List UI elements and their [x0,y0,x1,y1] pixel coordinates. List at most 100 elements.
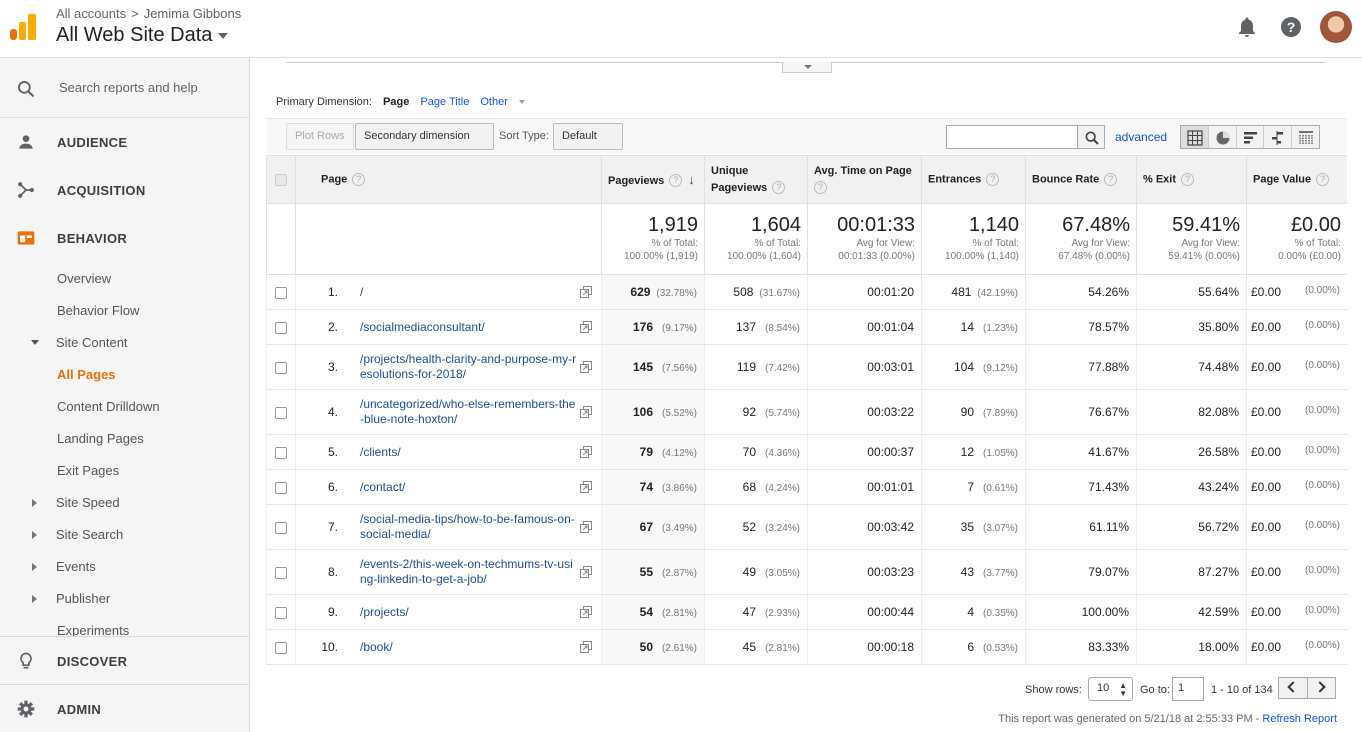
open-page-icon[interactable] [577,360,597,374]
page-cell[interactable]: 8. /events-2/this-week-on-techmums-tv-usi… [295,549,602,595]
row-select-cell[interactable] [266,274,296,310]
page-cell[interactable]: 2. /socialmediaconsultant/ [295,309,602,345]
row-checkbox[interactable] [275,321,287,334]
sidebar-item-discover[interactable]: DISCOVER [0,637,249,685]
row-checkbox[interactable] [275,286,287,299]
sidebar-item-content-drilldown[interactable]: Content Drilldown [0,390,249,422]
table-row[interactable]: 9. /projects/54 (2.81%) 47 (2.93%) 00:00:44 4 (… [266,594,1347,630]
table-filter-input[interactable] [946,125,1078,149]
page-cell[interactable]: 7. /social-media-tips/how-to-be-famous-on… [295,504,602,550]
page-cell[interactable]: 5. /clients/ [295,434,602,470]
next-page-button[interactable] [1308,678,1336,698]
page-cell[interactable]: 4. /uncategorized/who-else-remembers-the-… [295,389,602,435]
open-page-icon[interactable] [577,445,597,459]
col-avg-time[interactable]: Avg. Time on Page? [807,155,922,204]
page-link[interactable]: /clients/ [358,445,577,460]
row-checkbox[interactable] [275,446,287,459]
sidebar-search[interactable]: Search reports and help [0,58,249,118]
row-select-cell[interactable] [266,549,296,595]
open-page-icon[interactable] [577,480,597,494]
page-cell[interactable]: 9. /projects/ [295,594,602,630]
page-link[interactable]: /uncategorized/who-else-remembers-the-bl… [358,397,577,427]
breadcrumb-account[interactable]: Jemima Gibbons [144,6,242,21]
row-checkbox[interactable] [275,606,287,619]
select-all-cell[interactable] [266,155,296,204]
property-name[interactable]: All Web Site Data [56,24,212,46]
page-cell[interactable]: 3. /projects/health-clarity-and-purpose-m… [295,344,602,390]
user-avatar[interactable] [1320,11,1352,43]
caret-down-icon[interactable] [218,32,229,39]
sidebar-item-overview[interactable]: Overview [0,262,249,294]
col-page[interactable]: Page? [295,155,602,204]
col-page-value[interactable]: Page Value? [1246,155,1347,204]
collapse-toggle-button[interactable] [782,62,832,73]
sidebar-item-site-search[interactable]: Site Search [0,518,249,550]
col-unique-pageviews[interactable]: Unique Pageviews? [704,155,808,204]
pie-view-icon[interactable] [1209,126,1237,148]
page-link[interactable]: /events-2/this-week-on-techmums-tv-using… [358,557,577,587]
comparison-view-icon[interactable] [1264,126,1293,148]
sidebar-item-events[interactable]: Events [0,550,249,582]
table-row[interactable]: 4. /uncategorized/who-else-remembers-the-… [266,389,1347,435]
table-row[interactable]: 3. /projects/health-clarity-and-purpose-m… [266,344,1347,390]
sidebar-item-admin[interactable]: ADMIN [0,685,249,732]
sidebar-item-audience[interactable]: AUDIENCE [0,118,249,166]
row-select-cell[interactable] [266,504,296,550]
refresh-report-link[interactable]: Refresh Report [1262,713,1337,725]
sidebar-item-acquisition[interactable]: ACQUISITION [0,166,249,214]
row-checkbox[interactable] [275,521,287,534]
bell-icon[interactable] [1235,15,1259,39]
property-selector[interactable]: All Web Site Data [56,24,229,47]
row-checkbox[interactable] [275,406,287,419]
sort-desc-icon[interactable]: ↓ [688,172,695,187]
open-page-icon[interactable] [577,565,597,579]
goto-input[interactable]: 1 [1172,677,1204,701]
help-icon[interactable]: ? [1181,173,1195,186]
analytics-logo-icon[interactable] [10,14,36,40]
help-icon[interactable]: ? [1279,15,1303,39]
bar-view-icon[interactable] [1237,126,1265,148]
col-pageviews[interactable]: Pageviews? ↓ [601,155,705,204]
table-view-icon[interactable] [1181,126,1209,148]
select-all-checkbox[interactable] [275,173,287,186]
plot-rows-button[interactable]: Plot Rows [286,123,354,150]
row-checkbox[interactable] [275,641,287,654]
caret-down-icon[interactable] [518,100,525,105]
row-select-cell[interactable] [266,594,296,630]
help-icon[interactable]: ? [986,173,1000,186]
advanced-filter-link[interactable]: advanced [1115,130,1167,144]
show-rows-select[interactable]: 10 ▲ ▼ [1088,677,1133,701]
table-row[interactable]: 8. /events-2/this-week-on-techmums-tv-usi… [266,549,1347,595]
page-link[interactable]: /projects/ [358,605,577,620]
table-filter-search-button[interactable] [1077,125,1105,149]
help-icon[interactable]: ? [1104,173,1118,186]
page-link[interactable]: / [358,285,577,300]
dimension-page-title[interactable]: Page Title [420,96,469,108]
page-cell[interactable]: 10. /book/ [295,629,602,665]
pivot-view-icon[interactable] [1292,126,1319,148]
row-select-cell[interactable] [266,469,296,505]
table-row[interactable]: 5. /clients/79 (4.12%) 70 (4.36%) 00:00:37 12 (… [266,434,1347,470]
open-page-icon[interactable] [577,520,597,534]
row-select-cell[interactable] [266,389,296,435]
page-cell[interactable]: 6. /contact/ [295,469,602,505]
help-icon[interactable]: ? [772,181,786,195]
help-icon[interactable]: ? [669,174,683,188]
sidebar-item-landing-pages[interactable]: Landing Pages [0,422,249,454]
col-entrances[interactable]: Entrances? [921,155,1026,204]
help-icon[interactable]: ? [1316,173,1330,186]
open-page-icon[interactable] [577,405,597,419]
table-row[interactable]: 10. /book/50 (2.61%) 45 (2.81%) 00:00:18 6 (0.5… [266,629,1347,665]
page-link[interactable]: /social-media-tips/how-to-be-famous-on-s… [358,512,577,542]
table-row[interactable]: 1. / 629 (32.78%) 508 (31.67%) 00:01:20 481 (42.… [266,274,1347,310]
sidebar-item-site-content[interactable]: Site Content [0,326,249,358]
col-bounce-rate[interactable]: Bounce Rate? [1025,155,1137,204]
page-link[interactable]: /book/ [358,640,577,655]
open-page-icon[interactable] [577,605,597,619]
row-select-cell[interactable] [266,309,296,345]
page-link[interactable]: /contact/ [358,480,577,495]
row-checkbox[interactable] [275,361,287,374]
row-select-cell[interactable] [266,629,296,665]
open-page-icon[interactable] [577,640,597,654]
breadcrumb[interactable]: All accounts > Jemima Gibbons [56,6,241,21]
